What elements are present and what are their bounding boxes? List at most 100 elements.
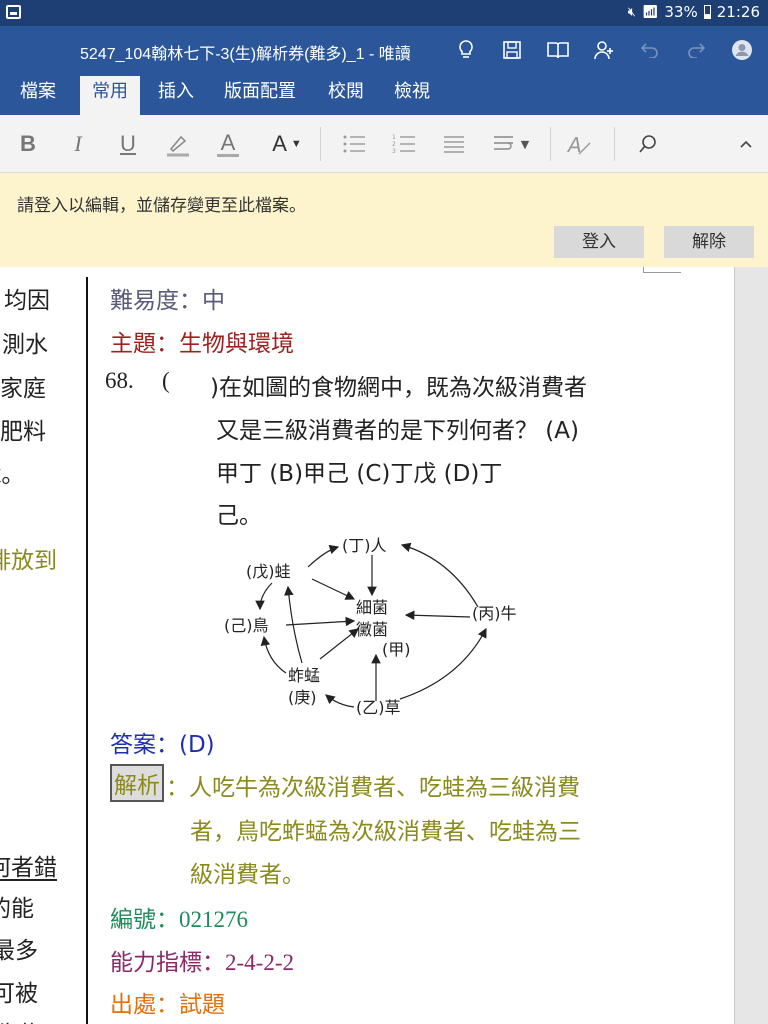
arrow-bing-to-bacteria xyxy=(404,610,471,621)
search-icon[interactable] xyxy=(636,129,660,159)
left-column-text: 的能 xyxy=(0,896,34,922)
node-ji: (己)鳥 xyxy=(224,616,269,635)
toolbar-separator xyxy=(550,127,551,161)
clock: 21:26 xyxy=(716,3,760,21)
left-column-text: 排放到 xyxy=(0,548,57,574)
left-column-text: 均因 xyxy=(4,288,50,314)
numbered-list-icon[interactable]: 123 xyxy=(390,129,418,159)
topic-label: 主題：生物與環境 xyxy=(110,331,294,357)
bold-button[interactable]: B xyxy=(16,129,40,159)
align-icon[interactable] xyxy=(440,129,468,159)
document-canvas[interactable]: 均因 測水 家庭 肥料 k。 排放到 何者錯 的能 最多 可被 生物 難易度：中… xyxy=(0,267,768,1024)
italic-button[interactable]: I xyxy=(66,129,90,159)
battery-icon xyxy=(703,5,711,19)
formatting-toolbar: B I U A A ▼ 123 ▼ A xyxy=(0,115,768,173)
share-person-icon[interactable] xyxy=(592,38,616,62)
arrow-wu-to-ding xyxy=(307,544,340,568)
mute-icon: 🔇︎ xyxy=(627,4,636,20)
underline-button[interactable]: U xyxy=(116,129,140,159)
left-column-text: 生物 xyxy=(0,1015,42,1024)
arrow-wu-to-bacteria xyxy=(311,578,356,600)
svg-text:3: 3 xyxy=(392,148,396,154)
sign-in-button[interactable]: 登入 xyxy=(554,226,644,258)
left-column-text: k。 xyxy=(0,462,25,488)
analysis-label: 解析 xyxy=(110,764,164,802)
question-number: 68. xyxy=(105,368,134,393)
svg-text:2: 2 xyxy=(392,141,396,148)
tab-insert[interactable]: 插入 xyxy=(146,76,206,115)
page-corner-mark xyxy=(643,267,681,273)
node-geng-1: 蚱蜢 xyxy=(288,666,320,685)
node-yi: (乙)草 xyxy=(356,698,401,717)
tab-file[interactable]: 檔案 xyxy=(8,76,68,115)
svg-text:1: 1 xyxy=(392,134,396,141)
toolbar-separator xyxy=(320,127,321,161)
font-color-bar xyxy=(217,153,239,157)
analysis-text-line: 者，鳥吃蚱蜢為次級消費者、吃蛙為三 xyxy=(190,819,581,845)
account-avatar-icon[interactable] xyxy=(730,38,754,62)
left-column-text: 可被 xyxy=(0,981,38,1007)
document-title: 5247_104翰林七下-3(生)解析券(難多)_1 - 唯讀 xyxy=(80,46,411,63)
ability-indicator: 能力指標：2-4-2-2 xyxy=(110,950,294,975)
food-web-diagram: (丁)人 (戊)蛙 (己)鳥 細菌 黴菌 (丙)牛 (甲) 蚱蜢 (庚) (乙)… xyxy=(224,536,517,717)
arrow-wu-to-ji xyxy=(255,582,273,611)
font-color-glyph: A xyxy=(220,129,236,155)
tab-home[interactable]: 常用 xyxy=(80,76,140,115)
node-bacteria-1: 細菌 xyxy=(356,598,388,617)
question-text-line: )在如圖的食物網中，既為次級消費者 xyxy=(210,375,587,401)
answer-line: 答案：(D) xyxy=(110,732,215,758)
arrow-yi-to-bing xyxy=(399,627,487,700)
analysis-text-line: ：人吃牛為次級消費者、吃蛙為三級消費 xyxy=(166,775,580,801)
chevron-down-icon: ▼ xyxy=(290,138,302,150)
arrow-geng-to-bacteria xyxy=(319,628,359,660)
collapse-ribbon-icon[interactable] xyxy=(736,129,756,159)
notice-message: 請登入以編輯，並儲存變更至此檔案。 xyxy=(17,196,306,216)
battery-level: 33% xyxy=(664,3,698,21)
left-column-text: 家庭 xyxy=(0,376,46,402)
question-paren: ( xyxy=(162,368,170,393)
difficulty-label: 難易度：中 xyxy=(110,288,225,314)
lightbulb-icon[interactable] xyxy=(454,38,478,62)
arrow-bing-to-ding xyxy=(400,542,479,608)
styles-icon[interactable]: A xyxy=(566,129,594,159)
title-bar: 5247_104翰林七下-3(生)解析券(難多)_1 - 唯讀 xyxy=(0,26,768,76)
node-jia: (甲) xyxy=(382,640,411,659)
tab-layout[interactable]: 版面配置 xyxy=(212,76,308,115)
tab-review[interactable]: 校閱 xyxy=(316,76,376,115)
tab-view[interactable]: 檢視 xyxy=(382,76,442,115)
redo-icon[interactable] xyxy=(684,38,708,62)
dismiss-button[interactable]: 解除 xyxy=(664,226,754,258)
node-wu: (戊)蛙 xyxy=(246,562,291,581)
ribbon-tabs: 檔案 常用 插入 版面配置 校閱 檢視 xyxy=(0,76,768,115)
node-geng-2: (庚) xyxy=(288,688,317,707)
font-color-button[interactable]: A xyxy=(214,129,242,159)
font-size-button[interactable]: A ▼ xyxy=(268,129,306,159)
highlighter-icon[interactable] xyxy=(164,129,192,159)
status-bar: 🔇︎ 📶︎ 33% 21:26 xyxy=(0,0,768,26)
status-right: 🔇︎ 📶︎ 33% 21:26 xyxy=(628,3,760,21)
analysis-text-line: 級消費者。 xyxy=(190,862,305,888)
left-column-text: 最多 xyxy=(0,938,38,964)
question-text-line: 又是三級消費者的是下列何者？ (A) xyxy=(216,418,579,444)
item-code: 編號：021276 xyxy=(110,907,248,932)
left-column-text: 測水 xyxy=(2,332,48,358)
vertical-scrollbar[interactable] xyxy=(734,267,768,1024)
save-icon[interactable] xyxy=(500,38,524,62)
left-column-text: 何者錯 xyxy=(0,855,57,881)
left-column-text: 肥料 xyxy=(0,419,46,445)
read-mode-icon[interactable] xyxy=(546,38,570,62)
question-text-line: 甲丁 (B)甲己 (C)丁戊 (D)丁 xyxy=(216,461,503,487)
undo-icon[interactable] xyxy=(638,38,662,62)
chevron-down-icon: ▼ xyxy=(520,137,530,151)
column-divider xyxy=(86,277,88,1024)
toolbar-separator xyxy=(614,127,615,161)
bullet-list-icon[interactable] xyxy=(340,129,368,159)
paragraph-options-icon[interactable]: ▼ xyxy=(490,129,532,159)
node-ding: (丁)人 xyxy=(342,536,387,555)
sign-in-notice: 請登入以編輯，並儲存變更至此檔案。 登入 解除 xyxy=(0,173,768,267)
screenshot-icon xyxy=(6,5,21,19)
arrow-ji-to-bacteria xyxy=(285,616,356,627)
node-bing: (丙)牛 xyxy=(472,604,517,623)
font-size-glyph: A xyxy=(272,131,287,156)
question-text-line: 己。 xyxy=(216,503,262,529)
